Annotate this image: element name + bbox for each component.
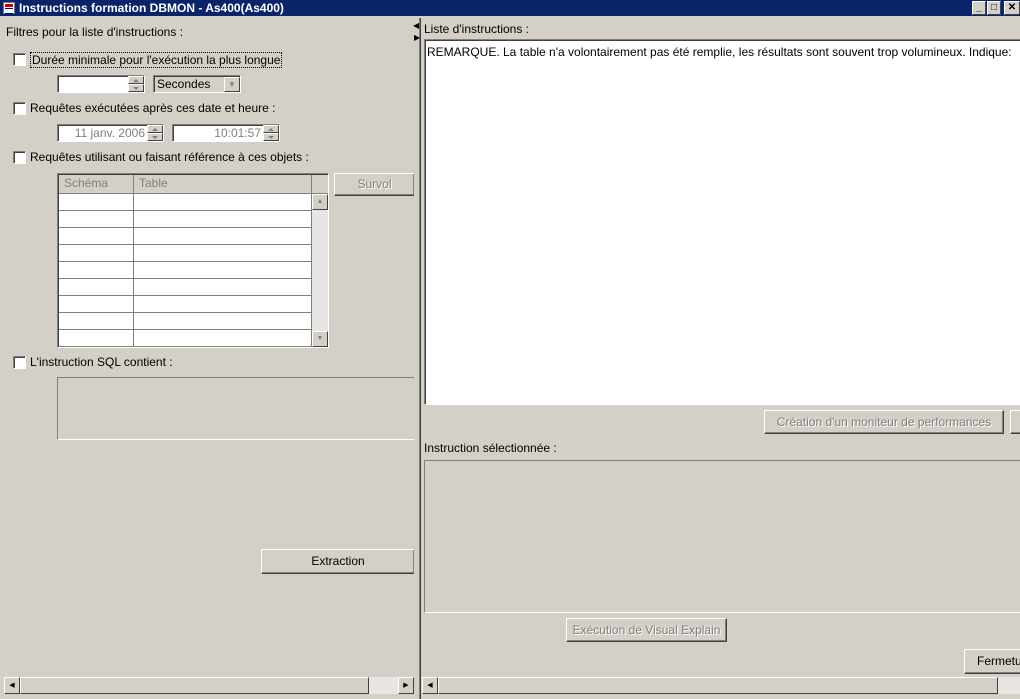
table-cell-table[interactable] xyxy=(134,313,312,330)
extract-button[interactable]: Extraction xyxy=(261,549,414,574)
filters-label: Filtres pour la liste d'instructions : xyxy=(6,25,184,39)
table-cell-schema[interactable] xyxy=(59,296,134,313)
table-cell-table[interactable] xyxy=(134,228,312,245)
close-window-button[interactable]: ✕ xyxy=(1004,1,1020,15)
more-button[interactable] xyxy=(1010,410,1020,434)
table-row[interactable] xyxy=(59,262,312,279)
minimize-icon: _ xyxy=(976,2,982,13)
table-row[interactable] xyxy=(59,194,312,211)
table-row[interactable] xyxy=(59,330,312,347)
table-cell-schema[interactable] xyxy=(59,279,134,296)
table-cell-schema[interactable] xyxy=(59,228,134,245)
table-cell-table[interactable] xyxy=(134,279,312,296)
scroll-right-icon[interactable]: ▶ xyxy=(398,677,414,694)
duration-spinner[interactable] xyxy=(128,76,144,92)
remark-text: REMARQUE. La table n'a volontairement pa… xyxy=(427,45,1012,59)
table-cell-table[interactable] xyxy=(134,296,312,313)
left-horizontal-scrollbar[interactable]: ◀ ▶ xyxy=(4,677,414,694)
selected-statement-textarea[interactable] xyxy=(424,460,1020,613)
sql-contains-label: L'instruction SQL contient : xyxy=(30,355,173,369)
table-cell-table[interactable] xyxy=(134,262,312,279)
table-row[interactable] xyxy=(59,211,312,228)
table-cell-schema[interactable] xyxy=(59,245,134,262)
objects-checkbox[interactable] xyxy=(13,151,26,164)
statement-list-table[interactable]: REMARQUE. La table n'a volontairement pa… xyxy=(424,39,1020,405)
scroll-up-icon[interactable]: ▲ xyxy=(312,194,328,210)
table-cell-schema[interactable] xyxy=(59,313,134,330)
right-scroll-thumb[interactable] xyxy=(438,677,998,694)
title-bar: Instructions formation DBMON - As400(As4… xyxy=(0,0,1020,16)
table-cell-schema[interactable] xyxy=(59,262,134,279)
column-header-schema[interactable]: Schéma xyxy=(59,175,134,194)
scroll-left-icon[interactable]: ◀ xyxy=(422,677,438,694)
time-spinner[interactable] xyxy=(263,125,279,141)
scroll-down-icon[interactable]: ▼ xyxy=(312,331,328,347)
after-date-label: Requêtes exécutées après ces date et heu… xyxy=(30,101,276,115)
table-row[interactable] xyxy=(59,313,312,330)
date-spinner[interactable] xyxy=(147,125,163,141)
minimize-button[interactable]: _ xyxy=(972,1,986,15)
table-body[interactable] xyxy=(59,194,312,347)
duration-checkbox[interactable] xyxy=(13,53,26,66)
table-row[interactable] xyxy=(59,245,312,262)
sql-contains-textarea[interactable] xyxy=(57,377,414,440)
splitter-left-icon[interactable]: ◀ xyxy=(413,22,419,30)
table-cell-schema[interactable] xyxy=(59,211,134,228)
duration-unit-value: Secondes xyxy=(157,77,211,91)
browse-button[interactable]: Survol xyxy=(334,173,414,196)
window-title: Instructions formation DBMON - As400(As4… xyxy=(19,1,284,15)
table-vertical-scrollbar[interactable]: ▲ ▼ xyxy=(312,194,328,347)
column-header-table[interactable]: Table xyxy=(134,175,312,194)
table-row[interactable] xyxy=(59,279,312,296)
close-button[interactable]: Fermetu xyxy=(964,649,1020,674)
scroll-left-icon[interactable]: ◀ xyxy=(4,677,20,694)
right-horizontal-scrollbar[interactable]: ◀ xyxy=(422,677,1020,694)
selected-statement-label: Instruction sélectionnée : xyxy=(424,441,557,455)
close-icon: ✕ xyxy=(1007,2,1017,13)
objects-table[interactable]: Schéma Table ▲ ▼ xyxy=(57,173,329,348)
table-cell-table[interactable] xyxy=(134,194,312,211)
maximize-button[interactable]: □ xyxy=(987,1,1001,15)
objects-label: Requêtes utilisant ou faisant référence … xyxy=(30,150,309,164)
table-cell-table[interactable] xyxy=(134,245,312,262)
table-cell-schema[interactable] xyxy=(59,194,134,211)
sql-contains-checkbox[interactable] xyxy=(13,356,26,369)
table-cell-table[interactable] xyxy=(134,330,312,347)
visual-explain-button[interactable]: Exécution de Visual Explain xyxy=(566,618,727,642)
left-scroll-thumb[interactable] xyxy=(20,677,369,694)
create-monitor-button[interactable]: Création d'un moniteur de performances xyxy=(764,410,1004,434)
table-row[interactable] xyxy=(59,296,312,313)
after-date-checkbox[interactable] xyxy=(13,102,26,115)
app-icon xyxy=(3,2,15,14)
statement-list-label: Liste d'instructions : xyxy=(424,22,530,36)
table-row[interactable] xyxy=(59,228,312,245)
duration-unit-select[interactable]: Secondes ▼ xyxy=(153,75,241,93)
table-cell-schema[interactable] xyxy=(59,330,134,347)
table-cell-table[interactable] xyxy=(134,211,312,228)
duration-label: Durée minimale pour l'exécution la plus … xyxy=(30,52,283,68)
maximize-icon: □ xyxy=(990,2,998,13)
splitter-edge xyxy=(420,18,421,699)
chevron-down-icon[interactable]: ▼ xyxy=(224,77,240,92)
table-header-corner xyxy=(312,175,328,194)
